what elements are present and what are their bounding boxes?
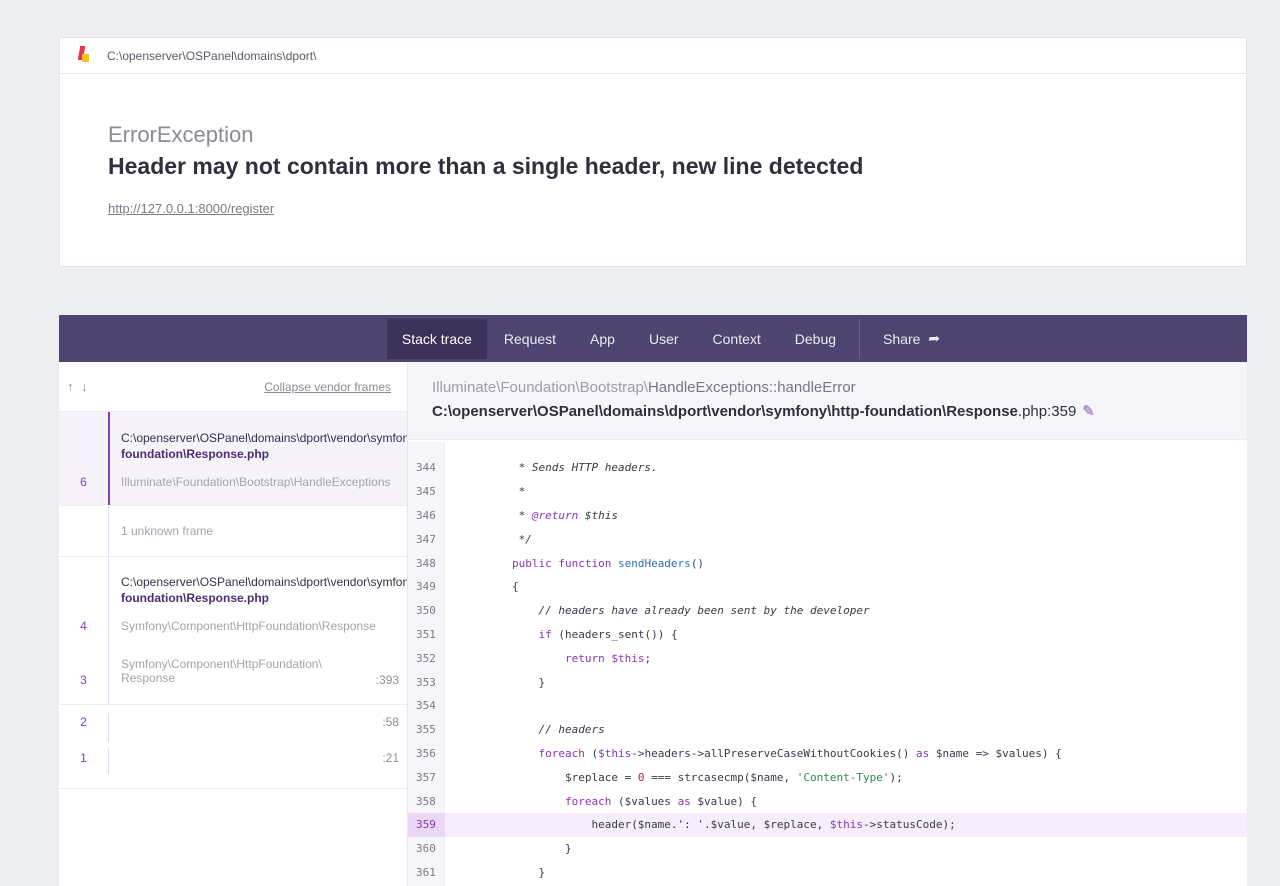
code-line: 350 // headers have already been sent by… bbox=[416, 604, 870, 618]
stack-frames-list: ↑ ↓ Collapse vendor frames 6 C:\openserv… bbox=[59, 362, 408, 886]
tab-divider bbox=[859, 318, 861, 359]
tab-stack-trace[interactable]: Stack trace bbox=[386, 318, 487, 359]
frame-class: Symfony\Component\HttpFoundation\Respons… bbox=[121, 619, 376, 633]
code-line: 347 */ bbox=[416, 532, 532, 546]
code-line: 356 foreach ($this->headers->allPreserve… bbox=[416, 746, 1062, 760]
frame-class: Symfony\Component\HttpFoundation\ bbox=[121, 657, 322, 671]
frame-method: Illuminate\Foundation\Bootstrap\HandleEx… bbox=[432, 379, 856, 396]
main-panel: Stack trace Request App User Context Deb… bbox=[59, 315, 1247, 886]
code-line: 358 foreach ($values as $value) { bbox=[416, 794, 758, 808]
code-line: 360 } bbox=[416, 842, 572, 856]
frame-file-path: C:\openserver\OSPanel\domains\dport\vend… bbox=[121, 431, 407, 445]
code-line: 355 // headers bbox=[416, 723, 605, 737]
frame-line: :58 bbox=[382, 715, 399, 729]
frame-details-header: Illuminate\Foundation\Bootstrap\HandleEx… bbox=[408, 362, 1247, 440]
exception-message: Header may not contain more than a singl… bbox=[108, 153, 864, 179]
share-button[interactable]: Share ➦ bbox=[866, 319, 957, 359]
tab-context[interactable]: Context bbox=[696, 319, 778, 359]
stack-frame-1[interactable]: 1 :21 bbox=[59, 742, 407, 789]
frame-number: 1 bbox=[80, 751, 87, 765]
stack-frame-6[interactable]: 6 C:\openserver\OSPanel\domains\dport\ve… bbox=[59, 412, 407, 506]
code-snippet: 344 * Sends HTTP headers. 345 * 346 * @r… bbox=[408, 442, 1247, 886]
header-top-bar: C:\openserver\OSPanel\domains\dport\ bbox=[60, 38, 1246, 74]
tab-user[interactable]: User bbox=[632, 319, 696, 359]
frame-nav-arrows-icon[interactable]: ↑ ↓ bbox=[67, 379, 90, 394]
code-line: 357 $replace = 0 === strcasecmp($name, '… bbox=[416, 770, 903, 784]
frame-class: Response bbox=[121, 671, 176, 685]
tab-debug[interactable]: Debug bbox=[778, 319, 853, 359]
frame-number: 4 bbox=[80, 619, 87, 633]
frame-line: :21 bbox=[382, 751, 399, 765]
tab-bar: Stack trace Request App User Context Deb… bbox=[59, 315, 1247, 362]
code-line: 361 } bbox=[416, 865, 546, 879]
stack-frame-4[interactable]: 4 3 :393 C:\openserver\OSPanel\domains\d… bbox=[59, 557, 407, 705]
share-arrow-icon: ➦ bbox=[928, 330, 941, 346]
project-path: C:\openserver\OSPanel\domains\dport\ bbox=[107, 48, 317, 63]
code-line: 349 { bbox=[416, 580, 519, 594]
unknown-frame-label: 1 unknown frame bbox=[121, 524, 214, 538]
frame-number: 3 bbox=[80, 673, 87, 687]
frame-file: C:\openserver\OSPanel\domains\dport\vend… bbox=[432, 403, 1095, 420]
request-url-link[interactable]: http://127.0.0.1:8000/register bbox=[108, 201, 274, 216]
ignition-logo-icon bbox=[77, 45, 91, 66]
code-line: 353 } bbox=[416, 675, 546, 689]
unknown-frames-row[interactable]: 1 unknown frame bbox=[59, 506, 407, 557]
frame-file-name: foundation\Response.php bbox=[121, 591, 269, 605]
code-line: 345 * bbox=[416, 485, 526, 499]
stack-frame-2[interactable]: 2 :58 bbox=[59, 705, 407, 742]
frame-line: :393 bbox=[375, 673, 399, 687]
code-line: 351 if (headers_sent()) { bbox=[416, 627, 678, 641]
frame-number: 6 bbox=[80, 475, 87, 489]
code-line: 348 public function sendHeaders() bbox=[416, 556, 705, 570]
edit-pencil-icon[interactable]: ✎ bbox=[1082, 403, 1095, 420]
code-line-highlighted: 359 header($name.': '.$value, $replace, … bbox=[408, 812, 1247, 837]
frame-file-path: C:\openserver\OSPanel\domains\dport\vend… bbox=[121, 575, 407, 589]
frame-file-name: foundation\Response.php bbox=[121, 447, 269, 461]
collapse-vendor-frames-link[interactable]: Collapse vendor frames bbox=[264, 380, 391, 394]
error-header-card: C:\openserver\OSPanel\domains\dport\ Err… bbox=[59, 37, 1247, 267]
code-line: 344 * Sends HTTP headers. bbox=[416, 461, 658, 475]
code-line: 346 * @return $this bbox=[416, 508, 618, 522]
frame-number: 2 bbox=[80, 715, 87, 729]
frames-header: ↑ ↓ Collapse vendor frames bbox=[59, 362, 407, 412]
share-label: Share bbox=[883, 330, 921, 347]
frame-class: Illuminate\Foundation\Bootstrap\HandleEx… bbox=[121, 475, 391, 489]
tab-request[interactable]: Request bbox=[487, 319, 573, 359]
tab-app[interactable]: App bbox=[573, 319, 632, 359]
code-line: 354 bbox=[416, 699, 436, 713]
code-line: 352 return $this; bbox=[416, 651, 652, 665]
exception-class: ErrorException bbox=[108, 122, 254, 147]
code-viewer: Illuminate\Foundation\Bootstrap\HandleEx… bbox=[408, 362, 1247, 886]
